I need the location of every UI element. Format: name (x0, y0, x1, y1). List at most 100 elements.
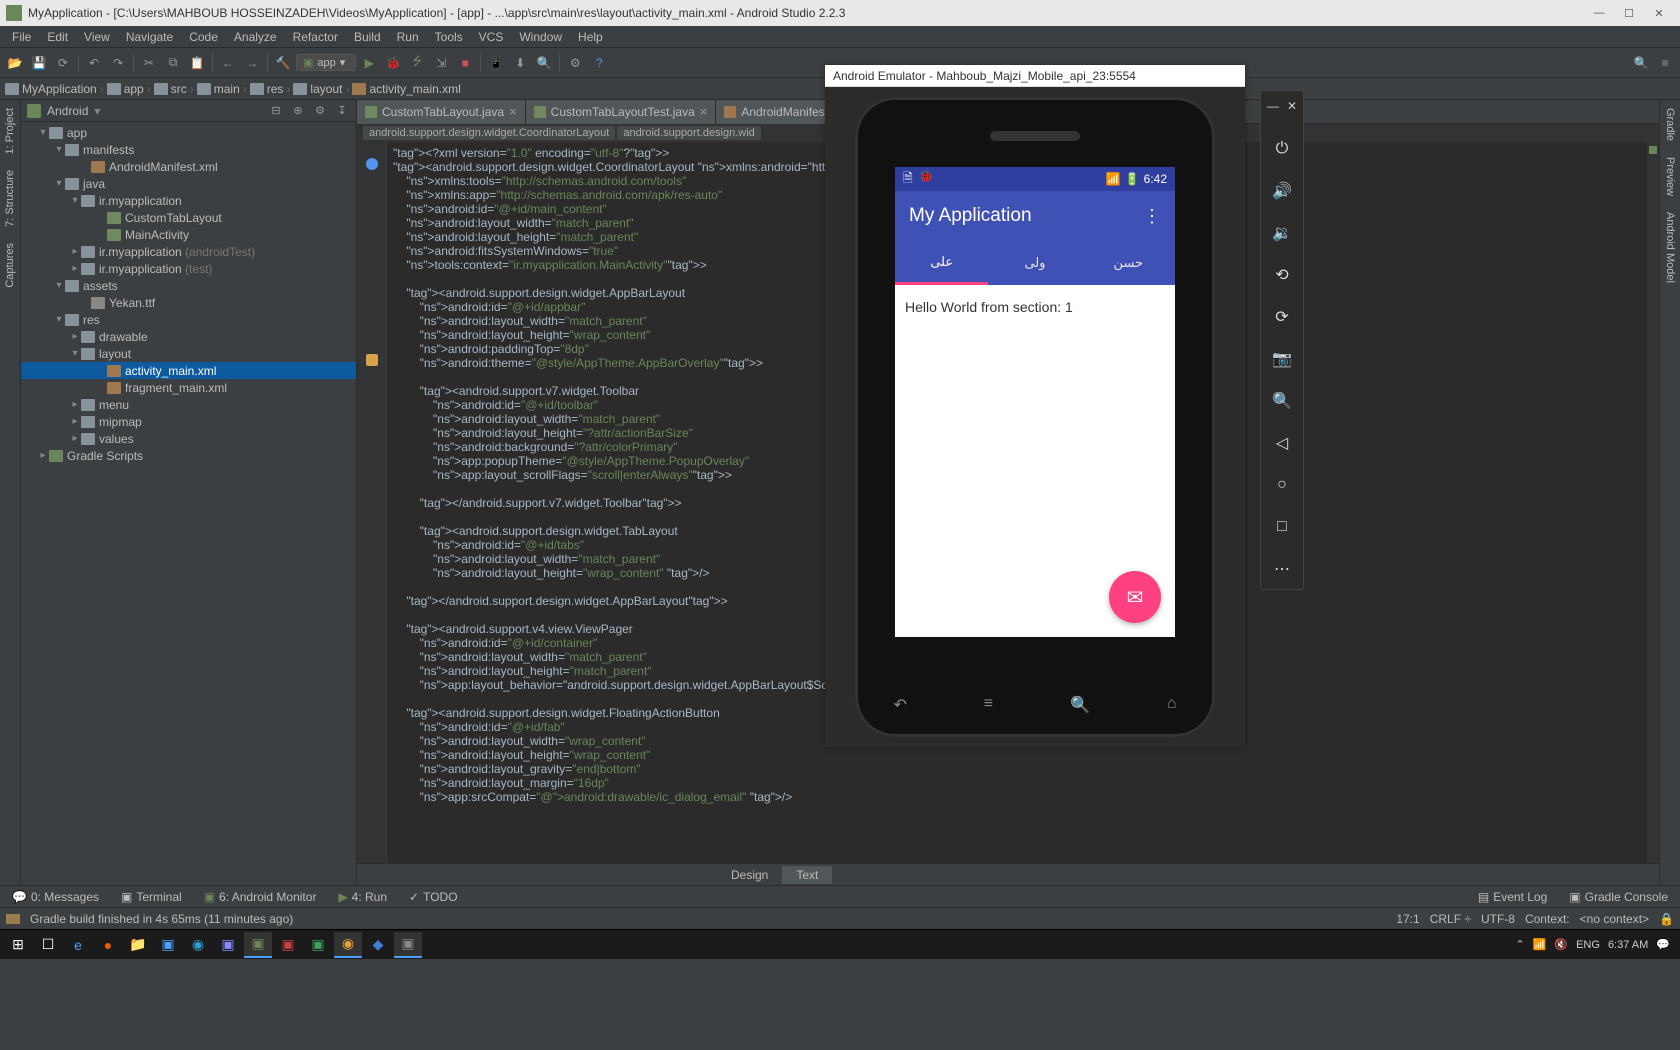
app-icon[interactable]: ◆ (364, 932, 392, 958)
hide-panel-icon[interactable]: ↧ (334, 103, 350, 119)
gutter-project[interactable]: 1: Project (2, 100, 18, 162)
camera-icon[interactable]: 📷 (1270, 347, 1294, 371)
tree-node-pkg-test[interactable]: ▸ir.myapplication (test) (21, 260, 356, 277)
phone-back-icon[interactable]: ↶ (893, 695, 906, 715)
tree-node-mainactivity[interactable]: MainActivity (21, 226, 356, 243)
tab-terminal[interactable]: ▣Terminal (113, 890, 190, 904)
more-icon[interactable]: ⋯ (1270, 557, 1294, 581)
crumb-res[interactable]: res (249, 82, 285, 96)
crumb-main[interactable]: main (196, 82, 241, 96)
task-view-icon[interactable]: ☐ (34, 932, 62, 958)
envelope-icon[interactable] (6, 914, 20, 924)
telegram-icon[interactable]: ◉ (184, 932, 212, 958)
system-tray[interactable]: ⌃ 📶 🔇 ENG 6:37 AM 💬 (1515, 938, 1676, 951)
tab-run[interactable]: ▶4: Run (330, 890, 395, 904)
tab-android-monitor[interactable]: ▣6: Android Monitor (196, 890, 325, 904)
rotate-right-icon[interactable]: ⟳ (1270, 305, 1294, 329)
phone-screen[interactable]: 🗎🐞 📶🔋6:42 My Application ⋮ علی ولی حسن H… (895, 167, 1175, 637)
design-tab[interactable]: Design (717, 866, 782, 884)
gear-icon[interactable]: ⚙ (312, 103, 328, 119)
app-icon[interactable]: ▣ (214, 932, 242, 958)
menu-refactor[interactable]: Refactor (285, 28, 346, 46)
back-icon[interactable]: ◁ (1270, 431, 1294, 455)
tab-2[interactable]: حسن (1082, 241, 1175, 285)
tree-node-menu[interactable]: ▸menu (21, 396, 356, 413)
open-icon[interactable]: 📂 (4, 52, 26, 74)
tab-0[interactable]: علی (895, 241, 988, 285)
text-tab[interactable]: Text (782, 866, 832, 884)
emulator-titlebar[interactable]: Android Emulator - Mahboub_Majzi_Mobile_… (825, 65, 1245, 87)
apply-changes-button[interactable]: ⭍ (406, 52, 428, 74)
overview-icon[interactable]: □ (1270, 515, 1294, 539)
tab-close-icon[interactable]: × (700, 104, 708, 119)
tab-messages[interactable]: 💬0: Messages (4, 890, 107, 904)
run-config-selector[interactable]: ▣ app ▾ (296, 54, 356, 71)
scroll-to-icon[interactable]: ⊕ (290, 103, 306, 119)
notification-icon[interactable]: 💬 (1656, 938, 1670, 951)
start-button[interactable]: ⊞ (4, 932, 32, 958)
project-structure-icon[interactable]: ⚙ (564, 52, 586, 74)
menu-tools[interactable]: Tools (427, 28, 471, 46)
menu-navigate[interactable]: Navigate (118, 28, 181, 46)
gutter-structure[interactable]: 7: Structure (2, 162, 18, 235)
menu-analyze[interactable]: Analyze (226, 28, 285, 46)
power-icon[interactable]: ⏻ (1270, 137, 1294, 161)
back-icon[interactable]: ← (217, 52, 239, 74)
cut-icon[interactable]: ✂ (138, 52, 160, 74)
tab-event-log[interactable]: ▤Event Log (1470, 890, 1555, 904)
paste-icon[interactable]: 📋 (186, 52, 208, 74)
gutter-captures[interactable]: Captures (2, 235, 18, 296)
app-icon[interactable]: ▣ (154, 932, 182, 958)
firefox-icon[interactable]: ● (94, 932, 122, 958)
copy-icon[interactable]: ⧉ (162, 52, 184, 74)
phone-home-icon[interactable]: ⌂ (1167, 695, 1177, 715)
gutter-preview[interactable]: Preview (1662, 149, 1678, 204)
crumb-file[interactable]: activity_main.xml (351, 82, 461, 96)
tree-node-assets[interactable]: ▾assets (21, 277, 356, 294)
tree-node-yekan[interactable]: Yekan.ttf (21, 294, 356, 311)
minimize-button[interactable]: — (1584, 3, 1614, 23)
undo-icon[interactable]: ↶ (83, 52, 105, 74)
tab-gradle-console[interactable]: ▣Gradle Console (1561, 890, 1676, 904)
home-icon[interactable]: ○ (1270, 473, 1294, 497)
gutter-gradle[interactable]: Gradle (1662, 100, 1678, 149)
app-icon[interactable]: ▣ (304, 932, 332, 958)
redo-icon[interactable]: ↷ (107, 52, 129, 74)
tree-node-app[interactable]: ▾app (21, 124, 356, 141)
tree-node-values[interactable]: ▸values (21, 430, 356, 447)
make-icon[interactable]: 🔨 (272, 52, 294, 74)
menu-file[interactable]: File (4, 28, 39, 46)
search-icon[interactable]: 🔍 (1630, 52, 1652, 74)
emulator-icon[interactable]: ▣ (394, 932, 422, 958)
status-position[interactable]: 17:1 (1396, 912, 1419, 926)
android-studio-icon[interactable]: ▣ (244, 932, 272, 958)
tab-1[interactable]: ولی (988, 241, 1081, 285)
status-lock-icon[interactable]: 🔒 (1659, 912, 1674, 926)
status-encoding[interactable]: UTF-8 (1481, 912, 1515, 926)
sdk-manager-icon[interactable]: ⬇ (509, 52, 531, 74)
tray-clock[interactable]: 6:37 AM (1608, 939, 1648, 951)
editor-error-strip[interactable] (1647, 142, 1659, 863)
status-eol[interactable]: CRLF ÷ (1430, 912, 1471, 926)
forward-icon[interactable]: → (241, 52, 263, 74)
rotate-left-icon[interactable]: ⟲ (1270, 263, 1294, 287)
tree-node-manifests[interactable]: ▾manifests (21, 141, 356, 158)
phone-menu-icon[interactable]: ≡ (984, 695, 993, 715)
menu-help[interactable]: Help (570, 28, 611, 46)
crumb-project[interactable]: MyApplication (4, 82, 98, 96)
tree-node-pkg[interactable]: ▾ir.myapplication (21, 192, 356, 209)
debug-button[interactable]: 🐞 (382, 52, 404, 74)
emu-minimize-icon[interactable]: — (1267, 99, 1279, 113)
layout-inspector-icon[interactable]: 🔍 (533, 52, 555, 74)
volume-down-icon[interactable]: 🔉 (1270, 221, 1294, 245)
tree-node-customtab[interactable]: CustomTabLayout (21, 209, 356, 226)
crumb-app[interactable]: app (106, 82, 145, 96)
run-button[interactable]: ▶ (358, 52, 380, 74)
status-context-value[interactable]: <no context> (1580, 912, 1649, 926)
chevron-up-icon[interactable]: ⌃ (1515, 938, 1524, 951)
tree-node-manifest-file[interactable]: AndroidManifest.xml (21, 158, 356, 175)
tree-node-pkg-androidtest[interactable]: ▸ir.myapplication (androidTest) (21, 243, 356, 260)
collapse-all-icon[interactable]: ⊟ (268, 103, 284, 119)
tree-node-java[interactable]: ▾java (21, 175, 356, 192)
tab-close-icon[interactable]: × (509, 104, 517, 119)
